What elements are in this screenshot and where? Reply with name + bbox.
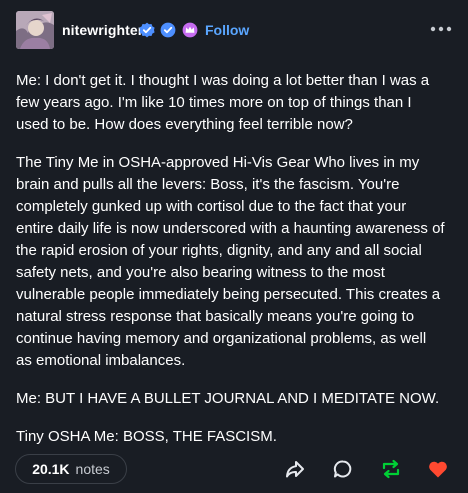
post-card: nitewrighter Follow Me: I don't get it. … [0,0,468,493]
verified-check-icon[interactable] [139,22,155,38]
verified-check-icon[interactable] [160,22,176,38]
username-link[interactable]: nitewrighter [62,22,143,38]
reblog-icon[interactable] [379,457,403,481]
follow-button[interactable]: Follow [205,22,249,38]
post-paragraph: Tiny OSHA Me: BOSS, THE FASCISM. [16,428,277,445]
notes-label: notes [75,461,110,477]
notes-button[interactable]: 20.1K notes [15,454,127,484]
reply-icon[interactable] [331,457,355,481]
more-options-icon[interactable] [430,25,452,33]
avatar[interactable] [16,11,54,49]
post-paragraph: Me: BUT I HAVE A BULLET JOURNAL AND I ME… [16,390,440,407]
share-icon[interactable] [283,457,307,481]
avatar-image [16,11,54,49]
post-body: Me: I don't get it. I thought I was doin… [16,70,446,464]
post-footer: 20.1K notes [0,446,468,493]
post-paragraph: Me: I don't get it. I thought I was doin… [16,72,430,133]
crown-badge-icon[interactable] [182,22,198,38]
post-header: nitewrighter Follow [0,0,468,64]
post-paragraph: The Tiny Me in OSHA-approved Hi-Vis Gear… [16,154,445,369]
notes-count: 20.1K [32,461,70,477]
like-icon[interactable] [426,457,450,481]
